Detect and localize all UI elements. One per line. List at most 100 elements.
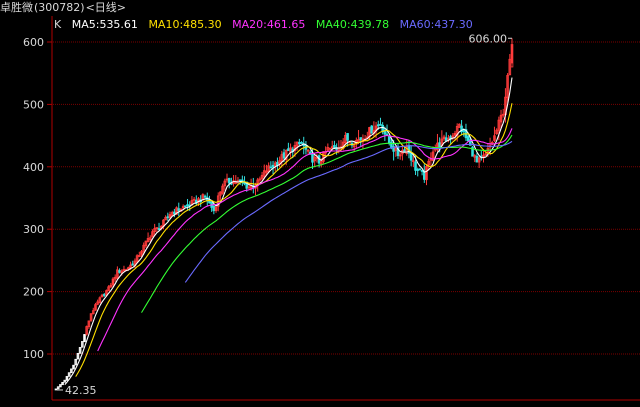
candle-body	[282, 152, 286, 159]
candle	[78, 347, 82, 354]
candle	[315, 153, 319, 163]
candle	[219, 191, 222, 200]
candle	[477, 156, 481, 169]
annotations: 606.00 42.35	[57, 32, 512, 397]
axis-layer	[51, 16, 640, 401]
candle	[59, 384, 62, 388]
candle	[381, 122, 384, 135]
candle	[464, 123, 468, 141]
candle-body	[173, 211, 176, 215]
candle	[223, 178, 227, 191]
ma20-line	[97, 128, 513, 352]
candle	[418, 168, 422, 171]
candle	[118, 268, 121, 274]
candle	[135, 254, 139, 263]
candle	[151, 229, 154, 238]
candle	[258, 176, 262, 183]
candle	[396, 142, 400, 159]
candle-body	[177, 208, 181, 211]
candle	[157, 222, 161, 231]
y-tick-label-200: 200	[23, 286, 44, 299]
candle	[107, 285, 110, 292]
ma5-line	[64, 77, 513, 385]
candle-body	[466, 136, 470, 142]
candle-body	[418, 168, 422, 171]
stock-chart-window: 卓胜微(300782)<日线> K MA5:535.61 MA10:485.30…	[0, 0, 640, 407]
candle	[214, 206, 218, 213]
candle	[460, 119, 463, 136]
candle	[409, 145, 413, 167]
candle	[442, 134, 446, 141]
candle	[416, 167, 420, 177]
candle	[471, 145, 474, 157]
candle	[72, 364, 75, 370]
candle-body	[346, 133, 349, 141]
candle	[81, 341, 84, 348]
candle-body	[269, 166, 273, 169]
candle	[113, 274, 117, 282]
moving-average-lines	[64, 77, 513, 385]
candle-body	[238, 179, 242, 182]
candle-body	[333, 145, 336, 149]
candle	[510, 38, 514, 68]
candle	[234, 175, 238, 185]
candle	[289, 143, 292, 158]
candle-body	[414, 161, 417, 171]
candle	[466, 134, 470, 142]
candle	[241, 175, 244, 187]
candle	[184, 205, 187, 208]
candle-body	[118, 270, 121, 273]
candle	[144, 240, 148, 248]
candle-body	[298, 142, 301, 145]
candle	[91, 307, 95, 315]
candle	[230, 177, 233, 186]
candle	[87, 320, 91, 329]
candle	[420, 169, 424, 176]
candlestick-chart[interactable]: 600 500 400 300 200 100 606.00 42.35	[0, 0, 640, 407]
candle	[94, 302, 97, 311]
candle	[96, 299, 99, 306]
ma40-line	[141, 134, 513, 313]
candle	[451, 133, 455, 141]
candle	[56, 386, 60, 390]
candle	[387, 135, 391, 146]
candle	[269, 161, 273, 169]
candle	[227, 177, 231, 189]
candle	[379, 117, 382, 126]
candle	[328, 147, 332, 151]
ma10-line	[75, 103, 513, 377]
candle-body	[311, 153, 314, 163]
candle-body	[462, 130, 466, 132]
candle-body	[287, 148, 290, 152]
candle	[98, 296, 102, 304]
candle	[177, 202, 181, 217]
grid-layer	[53, 41, 640, 355]
candle-body	[438, 142, 441, 148]
candle	[458, 123, 461, 128]
low-price-label: 42.35	[65, 384, 97, 397]
y-tick-label-100: 100	[23, 348, 44, 361]
candle-body	[271, 164, 275, 168]
candle-body	[416, 169, 420, 171]
high-price-label: 606.00	[469, 32, 508, 45]
candles	[54, 38, 514, 391]
candle	[83, 334, 86, 343]
candle	[138, 251, 141, 258]
candle	[322, 151, 325, 164]
candle	[475, 152, 479, 163]
candle	[61, 381, 64, 386]
ma60-line	[184, 140, 513, 283]
candle	[67, 372, 71, 377]
candle	[440, 130, 444, 147]
candle-body	[379, 123, 382, 126]
candle	[278, 156, 281, 168]
candle	[370, 125, 373, 134]
candle-body	[444, 137, 448, 142]
candle-body	[376, 124, 380, 127]
candle	[85, 325, 88, 336]
candle	[195, 195, 198, 206]
candle-body	[131, 263, 135, 266]
candle	[495, 128, 498, 135]
candle	[186, 198, 189, 211]
candle	[298, 138, 301, 147]
